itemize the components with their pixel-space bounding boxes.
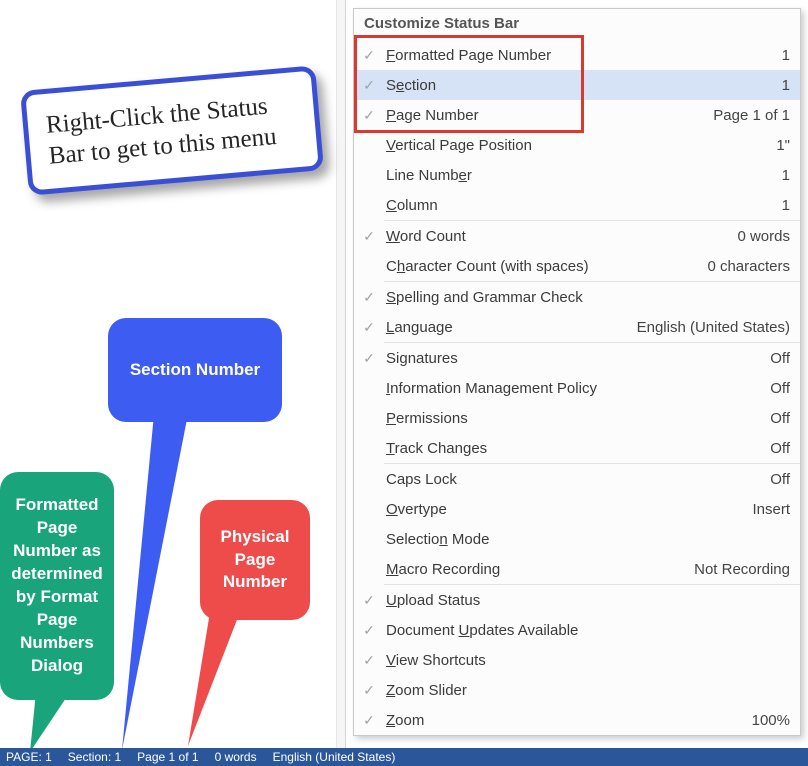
- menu-item-value: Off: [760, 471, 790, 488]
- menu-item-value: Insert: [742, 501, 790, 518]
- menu-item[interactable]: Selection Mode: [354, 524, 800, 554]
- instruction-callout: Right-Click the Status Bar to get to thi…: [20, 65, 324, 195]
- menu-item[interactable]: ✓Zoom Slider: [354, 675, 800, 705]
- menu-item[interactable]: ✓Document Updates Available: [354, 615, 800, 645]
- menu-item-value: 100%: [742, 712, 790, 729]
- callout-bubble: Formatted Page Number as determined by F…: [0, 472, 114, 700]
- menu-item-label: Document Updates Available: [384, 622, 780, 639]
- check-icon: ✓: [354, 712, 384, 729]
- menu-item[interactable]: ✓Section1: [354, 70, 800, 100]
- menu-item-label: Section: [384, 77, 772, 94]
- menu-item[interactable]: Column1: [354, 190, 800, 220]
- menu-item-value: 1: [772, 77, 790, 94]
- menu-item-value: Off: [760, 440, 790, 457]
- check-icon: ✓: [354, 107, 384, 124]
- check-icon: ✓: [354, 622, 384, 639]
- menu-item-label: Permissions: [384, 410, 760, 427]
- statusbar-words[interactable]: 0 words: [215, 750, 257, 764]
- callout-formatted-page-number: Formatted Page Number as determined by F…: [0, 472, 114, 700]
- check-icon: ✓: [354, 77, 384, 94]
- menu-item-value: Off: [760, 380, 790, 397]
- menu-item-label: Page Number: [384, 107, 703, 124]
- menu-item-value: Page 1 of 1: [703, 107, 790, 124]
- menu-item[interactable]: Track ChangesOff: [354, 433, 800, 463]
- callout-section-number: Section Number: [108, 318, 282, 422]
- menu-item-value: 1: [772, 197, 790, 214]
- callout-bubble: Physical Page Number: [200, 500, 310, 620]
- menu-item[interactable]: ✓Formatted Page Number1: [354, 40, 800, 70]
- menu-item[interactable]: ✓Word Count0 words: [354, 221, 800, 251]
- menu-item-label: Overtype: [384, 501, 742, 518]
- menu-item[interactable]: OvertypeInsert: [354, 494, 800, 524]
- instruction-text: Right-Click the Status Bar to get to thi…: [45, 93, 278, 170]
- menu-title: Customize Status Bar: [354, 9, 800, 40]
- menu-item-label: Caps Lock: [384, 471, 760, 488]
- menu-item-label: Spelling and Grammar Check: [384, 289, 780, 306]
- menu-item[interactable]: Macro RecordingNot Recording: [354, 554, 800, 584]
- callout-bubble: Section Number: [108, 318, 282, 422]
- menu-item-label: Vertical Page Position: [384, 137, 766, 154]
- callout-text: Formatted Page Number as determined by F…: [11, 494, 103, 678]
- menu-item-value: 1: [772, 47, 790, 64]
- check-icon: ✓: [354, 289, 384, 306]
- menu-item[interactable]: PermissionsOff: [354, 403, 800, 433]
- menu-item[interactable]: ✓LanguageEnglish (United States): [354, 312, 800, 342]
- check-icon: ✓: [354, 652, 384, 669]
- menu-item[interactable]: ✓Upload Status: [354, 585, 800, 615]
- menu-item[interactable]: ✓Zoom100%: [354, 705, 800, 735]
- menu-item-value: English (United States): [627, 319, 790, 336]
- menu-item[interactable]: Character Count (with spaces)0 character…: [354, 251, 800, 281]
- callout-text: Physical Page Number: [216, 526, 294, 595]
- menu-item[interactable]: Information Management PolicyOff: [354, 373, 800, 403]
- menu-item-value: Off: [760, 410, 790, 427]
- menu-item-label: Character Count (with spaces): [384, 258, 697, 275]
- menu-item-value: Not Recording: [684, 561, 790, 578]
- menu-item-label: Macro Recording: [384, 561, 684, 578]
- status-bar[interactable]: PAGE: 1 Section: 1 Page 1 of 1 0 words E…: [0, 748, 808, 766]
- menu-item[interactable]: Vertical Page Position1": [354, 130, 800, 160]
- menu-item-value: 0 characters: [697, 258, 790, 275]
- menu-item-label: Selection Mode: [384, 531, 780, 548]
- menu-item-label: Signatures: [384, 350, 760, 367]
- menu-item-label: Zoom: [384, 712, 742, 729]
- customize-status-bar-menu[interactable]: Customize Status Bar ✓Formatted Page Num…: [353, 8, 801, 736]
- check-icon: ✓: [354, 682, 384, 699]
- menu-item-label: Formatted Page Number: [384, 47, 772, 64]
- menu-item[interactable]: Line Number1: [354, 160, 800, 190]
- menu-item-label: Word Count: [384, 228, 727, 245]
- menu-item[interactable]: ✓View Shortcuts: [354, 645, 800, 675]
- menu-item-label: Language: [384, 319, 627, 336]
- statusbar-lang[interactable]: English (United States): [273, 750, 396, 764]
- menu-item-value: 1": [766, 137, 790, 154]
- vertical-ruler: [336, 0, 346, 748]
- menu-item-value: 0 words: [727, 228, 790, 245]
- statusbar-pageof[interactable]: Page 1 of 1: [137, 750, 198, 764]
- menu-item[interactable]: ✓SignaturesOff: [354, 343, 800, 373]
- statusbar-page[interactable]: PAGE: 1: [6, 750, 52, 764]
- check-icon: ✓: [354, 592, 384, 609]
- menu-item-label: Column: [384, 197, 772, 214]
- menu-item-label: Upload Status: [384, 592, 780, 609]
- check-icon: ✓: [354, 228, 384, 245]
- menu-item-value: Off: [760, 350, 790, 367]
- menu-item-label: Track Changes: [384, 440, 760, 457]
- menu-item-label: View Shortcuts: [384, 652, 780, 669]
- check-icon: ✓: [354, 350, 384, 367]
- menu-item-label: Line Number: [384, 167, 772, 184]
- check-icon: ✓: [354, 319, 384, 336]
- statusbar-section[interactable]: Section: 1: [68, 750, 121, 764]
- check-icon: ✓: [354, 47, 384, 64]
- menu-item-label: Information Management Policy: [384, 380, 760, 397]
- menu-item-label: Zoom Slider: [384, 682, 780, 699]
- menu-item[interactable]: ✓Spelling and Grammar Check: [354, 282, 800, 312]
- callout-text: Section Number: [130, 359, 260, 382]
- menu-item[interactable]: ✓Page NumberPage 1 of 1: [354, 100, 800, 130]
- callout-physical-page-number: Physical Page Number: [200, 500, 310, 620]
- menu-item-value: 1: [772, 167, 790, 184]
- menu-item[interactable]: Caps LockOff: [354, 464, 800, 494]
